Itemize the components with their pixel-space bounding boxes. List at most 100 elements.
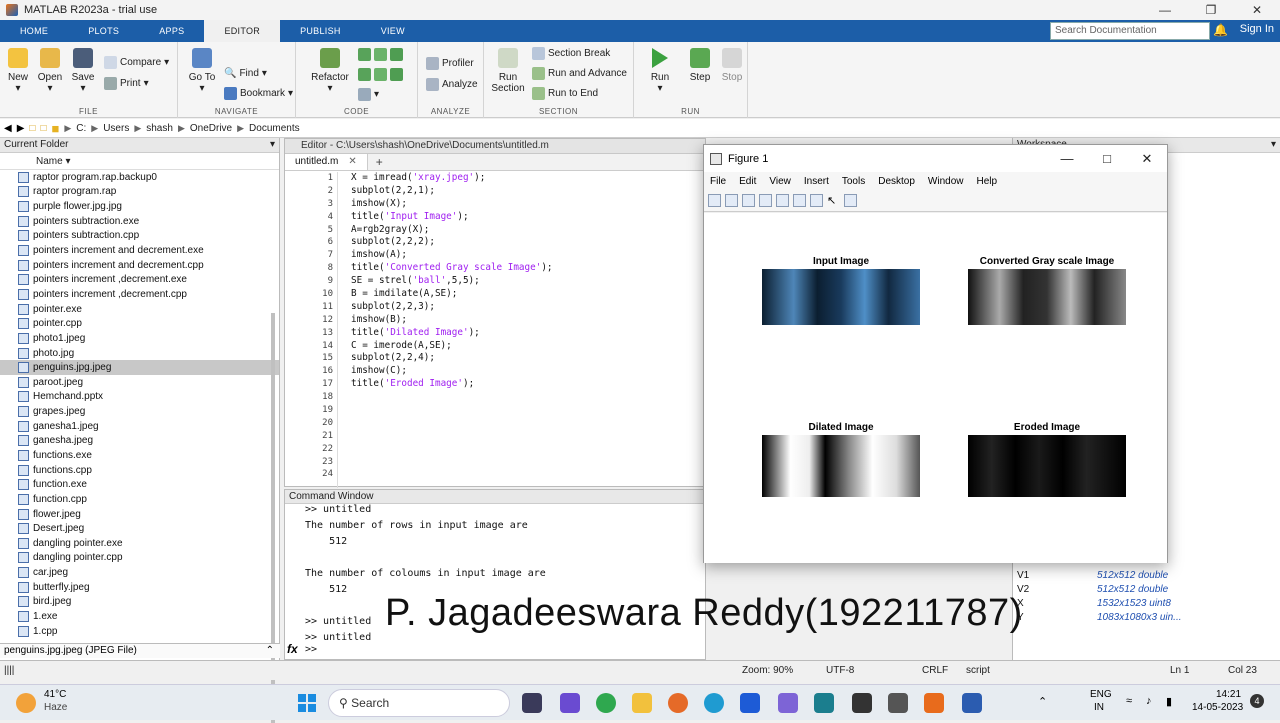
crumb-shash[interactable]: shash (146, 123, 173, 134)
security-icon[interactable] (740, 693, 760, 713)
file-row[interactable]: grapes.jpeg (0, 404, 279, 419)
menu-edit[interactable]: Edit (739, 176, 756, 187)
file-row[interactable]: butterfly.jpeg (0, 580, 279, 595)
file-row[interactable]: photo1.jpeg (0, 331, 279, 346)
close-tab-icon[interactable]: ✕ (348, 156, 356, 167)
browse-folder-icon[interactable]: □ (40, 123, 46, 134)
close-button[interactable]: ✕ (1234, 0, 1280, 20)
new-button[interactable]: New ▾ (0, 48, 36, 94)
up-folder-icon[interactable]: □ (29, 123, 35, 134)
file-row[interactable]: pointers subtraction.exe (0, 214, 279, 229)
file-row[interactable]: function.cpp (0, 492, 279, 507)
file-row[interactable]: pointers increment ,decrement.cpp (0, 287, 279, 302)
tab-home[interactable]: HOME (0, 20, 68, 42)
file-row[interactable]: functions.cpp (0, 463, 279, 478)
chat-icon[interactable] (560, 693, 580, 713)
new-figure-icon[interactable] (708, 194, 721, 207)
file-row[interactable]: ganesha.jpeg (0, 434, 279, 449)
menu-tools[interactable]: Tools (842, 176, 865, 187)
code-line[interactable]: imshow(X); (351, 198, 553, 211)
crumb-drive[interactable]: C: (76, 123, 86, 134)
code-line[interactable]: title('Input Image'); (351, 211, 553, 224)
figure-minimize-button[interactable]: — (1047, 145, 1087, 172)
colorbar-icon[interactable] (793, 194, 806, 207)
print-figure-icon[interactable] (759, 194, 772, 207)
open-file-icon[interactable] (725, 194, 738, 207)
app2-icon[interactable] (814, 693, 834, 713)
menu-view[interactable]: View (769, 176, 791, 187)
figure-close-button[interactable]: ✕ (1127, 145, 1167, 172)
crumb-users[interactable]: Users (103, 123, 129, 134)
task-view-icon[interactable] (522, 693, 542, 713)
file-row[interactable]: bird.jpeg (0, 595, 279, 610)
app3-icon[interactable] (852, 693, 872, 713)
run-and-advance-button[interactable]: Run and Advance (532, 67, 627, 80)
battery-icon[interactable]: ▮ (1166, 695, 1172, 708)
file-row[interactable]: paroot.jpeg (0, 375, 279, 390)
edge-icon[interactable] (704, 693, 724, 713)
clock-time[interactable]: 14:21 (1216, 689, 1241, 700)
app-icon[interactable] (778, 693, 798, 713)
refactor-button[interactable]: Refactor ▾ (310, 48, 350, 94)
open-button[interactable]: Open ▾ (32, 48, 68, 94)
code-line[interactable]: imshow(A); (351, 249, 553, 262)
file-row[interactable]: pointer.exe (0, 302, 279, 317)
step-button[interactable]: Step (682, 48, 718, 83)
file-row[interactable]: dangling pointer.exe (0, 536, 279, 551)
code-line[interactable]: A=rgb2gray(X); (351, 224, 553, 237)
bookmark-button[interactable]: Bookmark ▾ (224, 87, 293, 100)
file-row[interactable]: raptor program.rap (0, 185, 279, 200)
wifi-icon[interactable]: ≈ (1126, 695, 1132, 707)
file-row[interactable]: functions.exe (0, 448, 279, 463)
matlab-taskbar-icon[interactable] (924, 693, 944, 713)
code-line[interactable]: subplot(2,2,4); (351, 352, 553, 365)
minimize-button[interactable]: — (1142, 0, 1188, 20)
name-column-header[interactable]: Name ▾ (0, 153, 279, 170)
file-row[interactable]: pointers subtraction.cpp (0, 229, 279, 244)
file-row[interactable]: pointers increment and decrement.exe (0, 243, 279, 258)
menu-window[interactable]: Window (928, 176, 964, 187)
link-plot-icon[interactable] (776, 194, 789, 207)
file-row[interactable]: function.exe (0, 477, 279, 492)
file-row[interactable]: car.jpeg (0, 565, 279, 580)
code-line[interactable]: SE = strel('ball',5,5); (351, 275, 553, 288)
menu-help[interactable]: Help (977, 176, 998, 187)
code-line[interactable]: title('Dilated Image'); (351, 327, 553, 340)
comment-icon[interactable] (358, 48, 403, 61)
analyze-button[interactable]: Analyze (426, 78, 478, 91)
word-icon[interactable] (962, 693, 982, 713)
back-arrow-icon[interactable]: ◀ (4, 123, 12, 134)
ws-var-name[interactable]: Y (1017, 612, 1087, 623)
code-area[interactable]: X = imread('xray.jpeg'); subplot(2,2,1); i… (351, 172, 553, 481)
save-button[interactable]: Save ▾ (65, 48, 101, 94)
new-tab-button[interactable]: + (368, 154, 391, 170)
file-row[interactable]: penguins.jpg.jpeg (0, 360, 279, 375)
pointer-icon[interactable]: ↖ (827, 194, 840, 207)
code-line[interactable]: B = imdilate(A,SE); (351, 288, 553, 301)
menu-insert[interactable]: Insert (804, 176, 829, 187)
menu-file[interactable]: File (710, 176, 726, 187)
function-fx-icon[interactable]: fx (287, 642, 298, 656)
file-row[interactable]: pointers increment and decrement.cpp (0, 258, 279, 273)
tab-view[interactable]: VIEW (361, 20, 425, 42)
code-line[interactable] (351, 443, 553, 456)
stop-button[interactable]: Stop (714, 48, 750, 83)
tab-publish[interactable]: PUBLISH (280, 20, 361, 42)
code-line[interactable]: title('Converted Gray scale Image'); (351, 262, 553, 275)
notification-badge[interactable]: 4 (1250, 694, 1264, 708)
firefox-icon[interactable] (668, 693, 688, 713)
tab-plots[interactable]: PLOTS (68, 20, 139, 42)
run-to-end-button[interactable]: Run to End (532, 87, 598, 100)
panel-options-icon[interactable]: ▾ (270, 139, 275, 150)
figure-maximize-button[interactable]: □ (1087, 145, 1127, 172)
app4-icon[interactable] (888, 693, 908, 713)
file-row[interactable]: pointers increment ,decrement.exe (0, 272, 279, 287)
file-row[interactable]: 1.exe (0, 609, 279, 624)
crumb-documents[interactable]: Documents (249, 123, 300, 134)
code-line[interactable] (351, 430, 553, 443)
file-row[interactable]: purple flower.jpg.jpg (0, 199, 279, 214)
code-line[interactable] (351, 456, 553, 469)
lang-line2[interactable]: IN (1094, 702, 1104, 713)
search-documentation-input[interactable]: Search Documentation (1050, 22, 1210, 40)
show-hidden-icons[interactable]: ⌃ (1038, 695, 1047, 708)
